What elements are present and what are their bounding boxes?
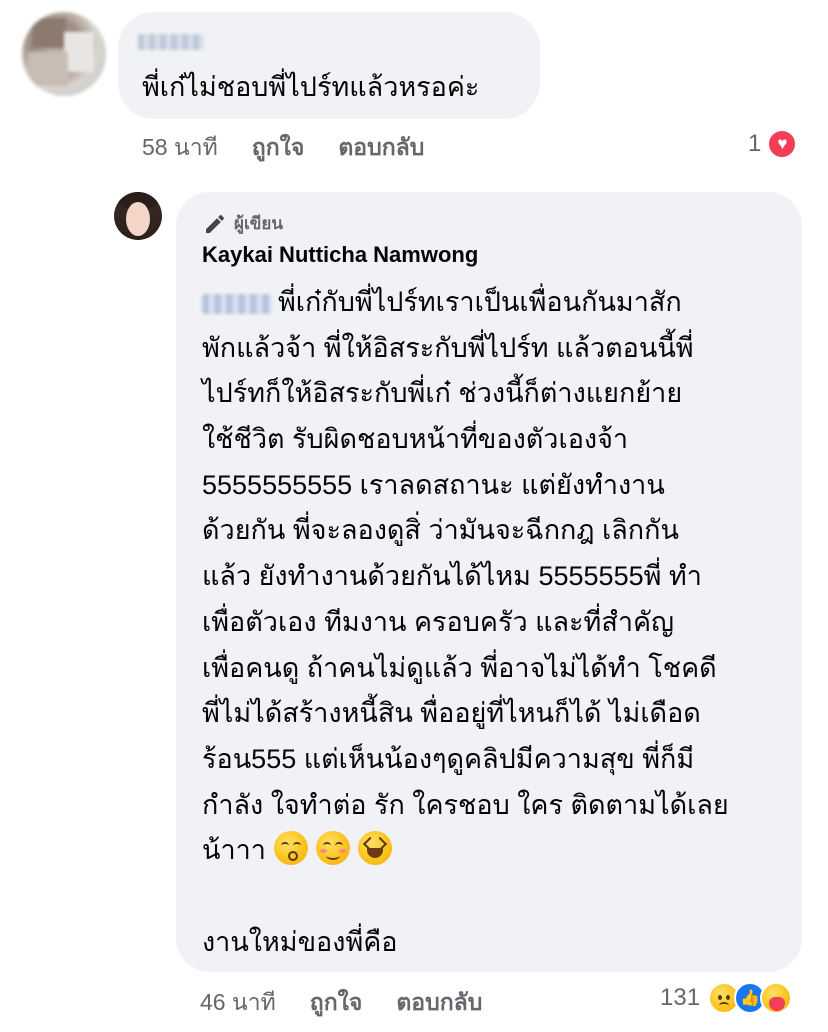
author-name[interactable]: Kaykai Nutticha Namwong bbox=[202, 242, 478, 268]
commenter-avatar[interactable] bbox=[22, 12, 106, 96]
reply-line: เพื่อคนดู ถ้าคนไม่ดูแล้ว พี่อาจไม่ได้ทำ … bbox=[202, 652, 717, 683]
commenter-name-blurred[interactable] bbox=[138, 34, 204, 50]
reply-bubble: ผู้เขียน Kaykai Nutticha Namwong พี่เก๋ก… bbox=[176, 192, 802, 972]
reply-line bbox=[202, 874, 792, 920]
comment-reactions[interactable]: 1 ♥ bbox=[748, 129, 798, 159]
kissing-face-icon bbox=[273, 831, 308, 866]
reply-reaction-count: 131 bbox=[660, 984, 701, 1011]
reply-reactions[interactable]: 131 👍 bbox=[660, 982, 793, 1014]
reply-line: ด้วยกัน พี่จะลองดูสิ่ ว่ามันจะฉีกกฎ เลิก… bbox=[202, 515, 679, 546]
author-badge: ผู้เขียน bbox=[202, 210, 283, 237]
reply-line: พี่เก๋กับพี่ไปร์ทเราเป็นเพื่อนกันมาสัก bbox=[202, 280, 792, 326]
reply-text: พี่เก๋กับพี่ไปร์ทเราเป็นเพื่อนกันมาสัก พ… bbox=[202, 280, 792, 965]
reply-actions: 46 นาที ถูกใจ ตอบกลับ bbox=[200, 985, 482, 1021]
comment-time[interactable]: 58 นาที bbox=[142, 130, 218, 166]
comment-bubble: พี่เก๋ไม่ชอบพี่ไปร์ทแล้วหรอค่ะ bbox=[118, 12, 540, 119]
care-icon bbox=[760, 982, 793, 1014]
reply-line: ไปร์ทก็ให้อิสระกับพี่เก๋ ช่วงนี้ก็ต่างแย… bbox=[202, 378, 683, 409]
reply-line: แล้ว ยังทำงานด้วยกันได้ไหม 5555555พี่ ทำ bbox=[202, 561, 702, 592]
reply-line: กำลัง ใจทำต่อ รัก ใครชอบ ใคร ติดตามได้เล… bbox=[202, 789, 729, 820]
reply-reply-button[interactable]: ตอบกลับ bbox=[396, 985, 482, 1021]
mention-tag-blurred[interactable] bbox=[202, 294, 272, 314]
reply-line: ร้อน555 แต่เห็นน้องๆดูคลิปมีความสุข พี่ก… bbox=[202, 743, 695, 774]
smiling-face-icon bbox=[315, 831, 350, 866]
comment-text: พี่เก๋ไม่ชอบพี่ไปร์ทแล้วหรอค่ะ bbox=[142, 72, 480, 102]
reply-line: งานใหม่ของพี่คือ bbox=[202, 926, 398, 957]
heart-icon: ♥ bbox=[767, 129, 798, 159]
comment-reaction-count: 1 bbox=[748, 130, 762, 157]
comment-actions: 58 นาที ถูกใจ ตอบกลับ bbox=[142, 130, 424, 166]
grinning-squinting-face-icon bbox=[357, 831, 392, 866]
reply-line: น้าาา bbox=[202, 828, 792, 874]
comment-like-button[interactable]: ถูกใจ bbox=[252, 130, 305, 166]
reply-line: พี่ไม่ได้สร้างหนี้สิน พื่ออยู่ที่ไหนก็ได… bbox=[202, 698, 701, 729]
author-badge-label: ผู้เขียน bbox=[234, 214, 283, 233]
pen-icon bbox=[206, 214, 225, 233]
reply-time[interactable]: 46 นาที bbox=[200, 985, 276, 1021]
comment-reply-button[interactable]: ตอบกลับ bbox=[338, 130, 424, 166]
reply-line: พักแล้วจ้า พี่ให้อิสระกับพี่ไปร์ท แล้วตอ… bbox=[202, 332, 694, 363]
reply-like-button[interactable]: ถูกใจ bbox=[310, 985, 363, 1021]
reply-line: เพื่อตัวเอง ทีมงาน ครอบครัว และที่สำคัญ bbox=[202, 606, 675, 637]
reply-line: 5555555555 เราลดสถานะ แต่ยังทำงาน bbox=[202, 469, 665, 500]
author-avatar[interactable] bbox=[114, 192, 162, 240]
reply-line: ใช้ชีวิต รับผิดชอบหน้าที่ของตัวเองจ้า bbox=[202, 424, 629, 455]
